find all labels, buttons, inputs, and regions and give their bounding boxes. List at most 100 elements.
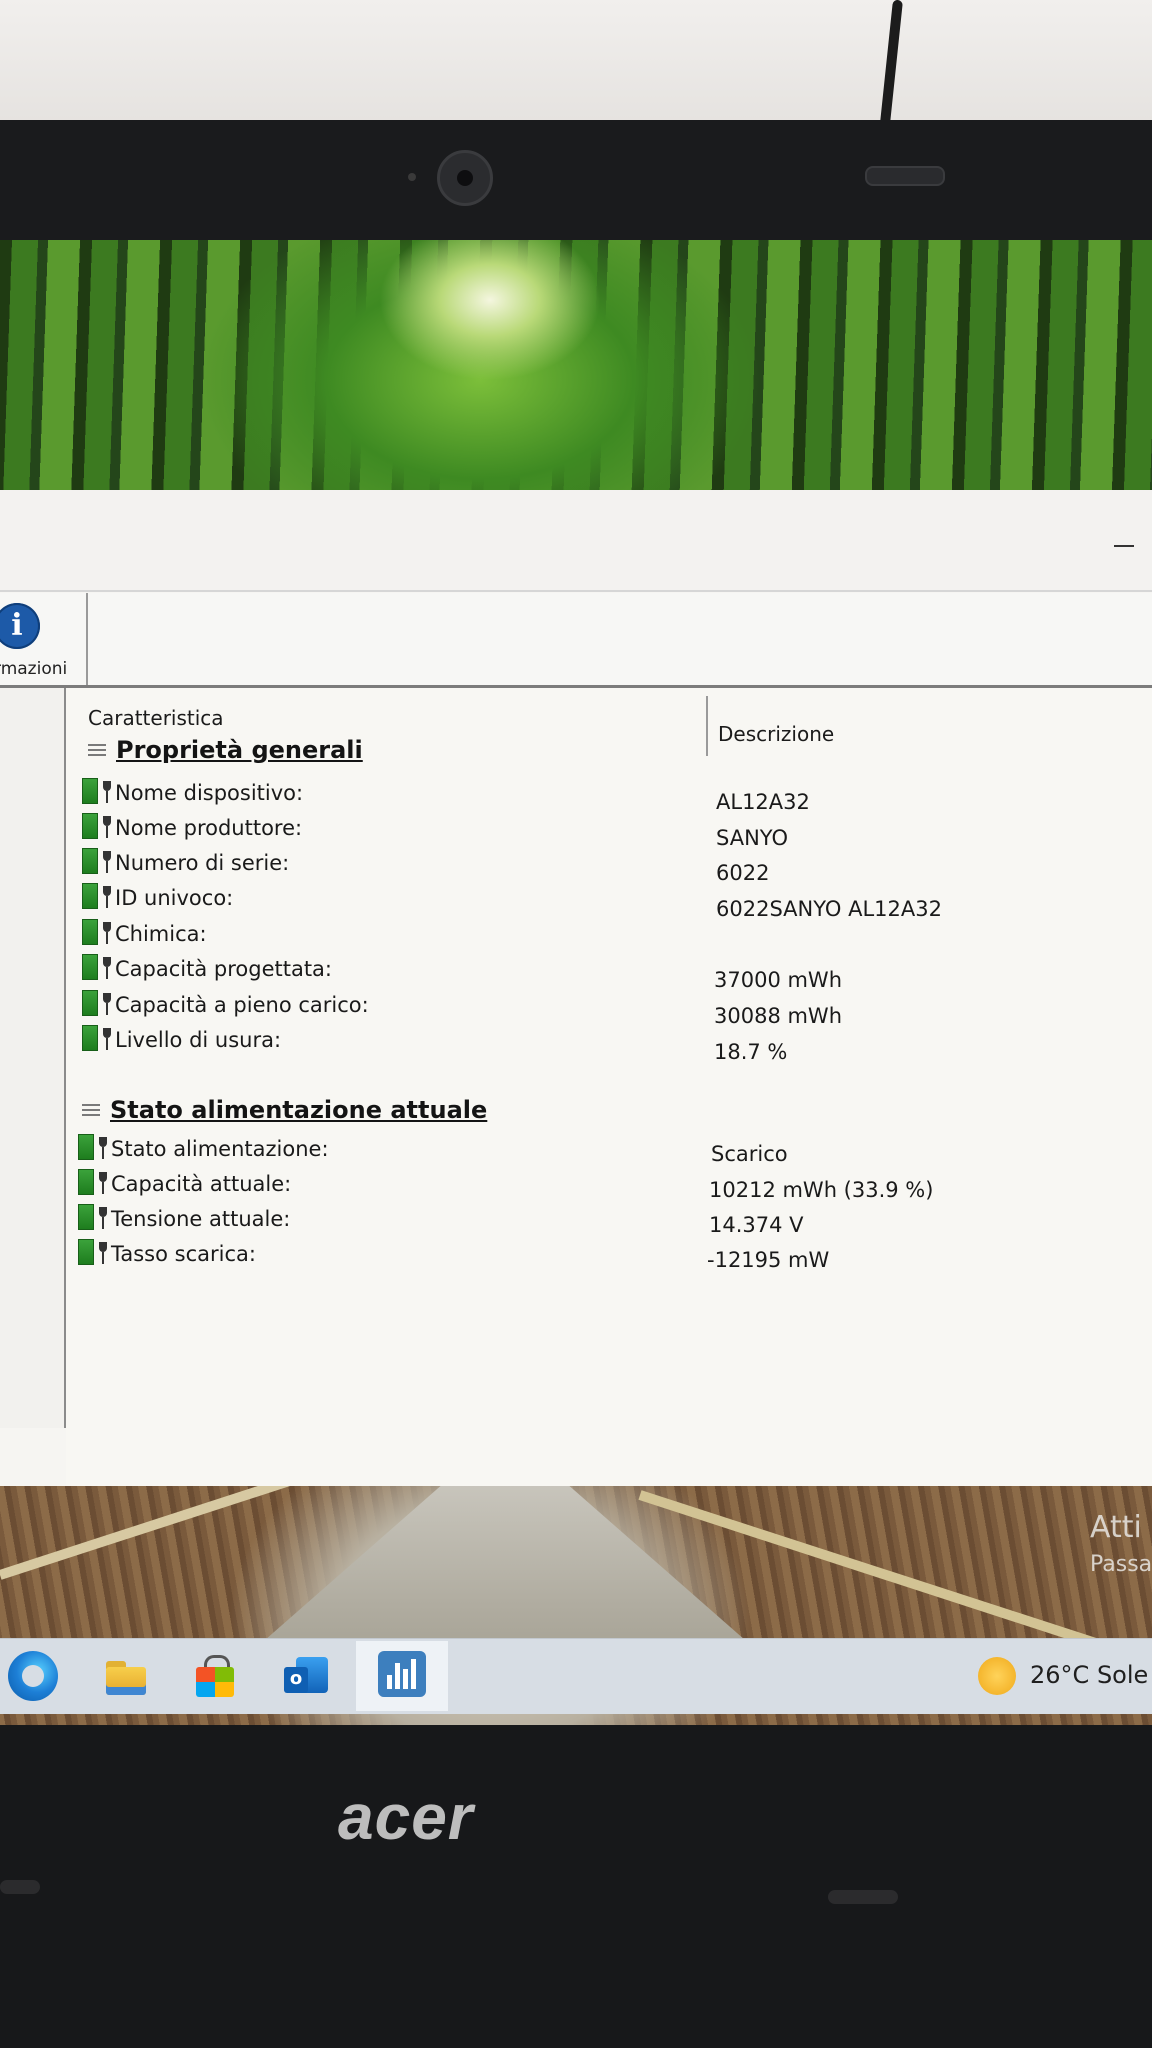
plug-icon <box>102 922 112 944</box>
info-toolbar-label: rmazioni <box>0 659 68 679</box>
webcam <box>437 150 493 206</box>
battery-icon <box>78 1134 94 1160</box>
plug-icon <box>102 886 112 908</box>
plug-icon <box>98 1172 108 1194</box>
activation-watermark-title: Atti <box>1090 1510 1142 1545</box>
weather-temperature: 26°C <box>1030 1661 1090 1689</box>
table-row-label[interactable]: Nome produttore: <box>82 813 302 840</box>
light-sensor <box>865 166 945 186</box>
navigation-sidebar <box>0 688 67 1428</box>
group-title-general[interactable]: Proprietà generali <box>88 736 363 764</box>
bars-app-icon <box>378 1651 426 1697</box>
battery-info-window: i rmazioni Caratteristica Descrizione Pr… <box>0 490 1152 1486</box>
info-icon: i <box>0 603 40 649</box>
table-row-value: 6022 <box>716 861 770 885</box>
table-row-label[interactable]: Numero di serie: <box>82 848 289 875</box>
battery-icon <box>78 1239 94 1265</box>
hinge-left <box>0 1880 40 1894</box>
microphone-dot <box>408 173 416 181</box>
activation-watermark-subtitle: Passa <box>1090 1552 1152 1577</box>
table-row-label[interactable]: ID univoco: <box>82 883 233 910</box>
row-label-text: Capacità attuale: <box>111 1172 292 1196</box>
table-row-value: 10212 mWh (33.9 %) <box>709 1178 934 1202</box>
row-label-text: Tensione attuale: <box>111 1207 291 1231</box>
plug-icon <box>102 816 112 838</box>
plug-icon <box>102 993 112 1015</box>
battery-icon <box>82 848 98 874</box>
group-collapse-icon <box>82 1104 100 1118</box>
battery-icon <box>82 778 98 804</box>
table-row-value: Scarico <box>711 1142 788 1166</box>
table-row-label[interactable]: Capacità a pieno carico: <box>82 990 369 1017</box>
column-separator[interactable] <box>706 696 708 756</box>
table-row-label[interactable]: Nome dispositivo: <box>82 778 303 805</box>
row-label-text: ID univoco: <box>115 886 234 910</box>
minimize-button[interactable] <box>1110 530 1140 560</box>
row-label-text: Capacità a pieno carico: <box>115 993 369 1017</box>
group-title-power-state[interactable]: Stato alimentazione attuale <box>82 1096 487 1124</box>
row-label-text: Livello di usura: <box>115 1028 282 1052</box>
battery-icon <box>82 813 98 839</box>
row-label-text: Numero di serie: <box>115 851 290 875</box>
battery-icon <box>82 1025 98 1051</box>
group-title-general-text: Proprietà generali <box>116 736 363 764</box>
row-label-text: Capacità progettata: <box>115 957 333 981</box>
hinge-right <box>828 1890 898 1904</box>
column-header-feature[interactable]: Caratteristica <box>88 706 224 730</box>
battery-icon <box>82 954 98 980</box>
plug-icon <box>98 1242 108 1264</box>
table-row-label[interactable]: Capacità progettata: <box>82 954 332 981</box>
group-collapse-icon <box>88 744 106 758</box>
outlook-icon[interactable] <box>282 1651 332 1701</box>
table-row-label[interactable]: Stato alimentazione: <box>78 1134 329 1161</box>
info-toolbar-button[interactable]: i rmazioni <box>0 593 88 685</box>
group-title-power-state-text: Stato alimentazione attuale <box>110 1096 488 1124</box>
plug-icon <box>98 1137 108 1159</box>
battery-icon <box>82 919 98 945</box>
row-label-text: Nome dispositivo: <box>115 781 304 805</box>
brand-logo: acer <box>338 1781 474 1853</box>
row-label-text: Stato alimentazione: <box>111 1137 329 1161</box>
battery-icon <box>82 990 98 1016</box>
window-toolbar: i rmazioni <box>0 593 1152 688</box>
row-label-text: Chimica: <box>115 922 207 946</box>
battery-app-taskbar-button[interactable] <box>356 1641 448 1711</box>
wallpaper-forest <box>0 240 1152 515</box>
plug-icon <box>98 1207 108 1229</box>
table-row-label[interactable]: Chimica: <box>82 919 207 946</box>
table-row-value: 6022SANYO AL12A32 <box>716 897 942 921</box>
weather-widget[interactable]: 26°C Sole <box>978 1657 1148 1695</box>
store-icon[interactable] <box>190 1651 240 1701</box>
plug-icon <box>102 851 112 873</box>
plug-icon <box>102 781 112 803</box>
column-header-description[interactable]: Descrizione <box>718 722 834 746</box>
row-label-text: Tasso scarica: <box>111 1242 256 1266</box>
laptop-screen: Atti Passa i rmazioni Caratteristica Des… <box>0 240 1152 1725</box>
battery-icon <box>82 883 98 909</box>
weather-condition: Sole <box>1096 1661 1149 1689</box>
edge-icon[interactable] <box>8 1651 58 1701</box>
table-row-value: 14.374 V <box>709 1213 804 1237</box>
window-titlebar <box>0 490 1152 592</box>
battery-properties-table: Caratteristica Descrizione Proprietà gen… <box>66 688 1152 1486</box>
table-row-label[interactable]: Tasso scarica: <box>78 1239 256 1266</box>
table-row-value: -12195 mW <box>707 1248 830 1272</box>
table-row-label[interactable]: Livello di usura: <box>82 1025 281 1052</box>
table-row-value: 30088 mWh <box>714 1004 843 1028</box>
plug-icon <box>102 957 112 979</box>
table-row-label[interactable]: Tensione attuale: <box>78 1204 290 1231</box>
table-row-value: SANYO <box>716 826 789 850</box>
battery-icon <box>78 1169 94 1195</box>
table-row-value: 18.7 % <box>714 1040 788 1064</box>
battery-icon <box>78 1204 94 1230</box>
table-row-value: AL12A32 <box>716 790 810 814</box>
laptop-top-bezel <box>0 120 1152 245</box>
folder-icon[interactable] <box>102 1651 152 1701</box>
laptop-bottom-bezel <box>0 1725 1152 2048</box>
plug-icon <box>102 1028 112 1050</box>
table-row-label[interactable]: Capacità attuale: <box>78 1169 291 1196</box>
sun-icon <box>978 1657 1016 1695</box>
table-row-value: 37000 mWh <box>714 968 843 992</box>
taskbar: 26°C Sole <box>0 1638 1152 1714</box>
row-label-text: Nome produttore: <box>115 816 303 840</box>
